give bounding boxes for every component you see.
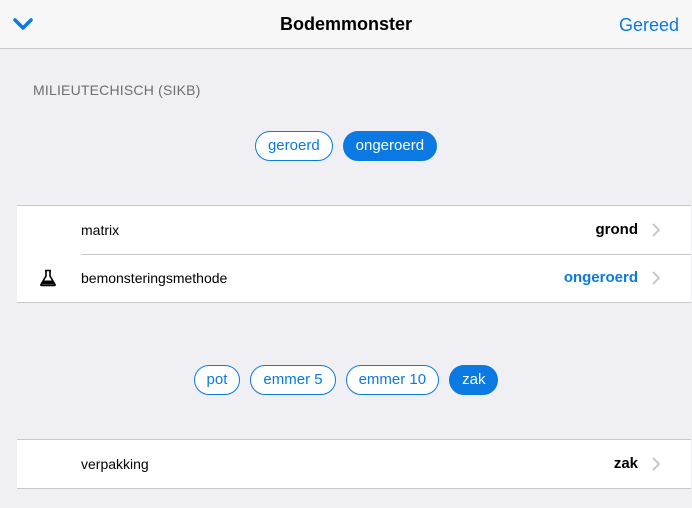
packaging-selector: pot emmer 5 emmer 10 zak <box>0 365 692 395</box>
table-row-bemonsteringsmethode[interactable]: bemonsteringsmethode ongeroerd <box>17 254 691 302</box>
navigation-bar: Bodemmonster Gereed <box>0 0 692 49</box>
flask-icon <box>40 269 56 287</box>
option-emmer-10-button[interactable]: emmer 10 <box>345 365 440 395</box>
row-label: bemonsteringsmethode <box>81 270 228 286</box>
option-geroerd-button[interactable]: geroerd <box>254 131 333 161</box>
page-title: Bodemmonster <box>279 14 413 34</box>
chevron-right-icon <box>652 223 660 237</box>
option-ongeroerd-button[interactable]: ongeroerd <box>342 131 438 161</box>
table-row-matrix[interactable]: matrix grond <box>17 206 691 254</box>
sample-properties-table: matrix grond bemonsteringsmethode ongero… <box>17 205 691 303</box>
row-label: matrix <box>81 222 120 238</box>
section-header: MILIEUTECHISCH (SIKB) <box>33 82 201 98</box>
done-button[interactable]: Gereed <box>619 15 679 36</box>
row-value: ongeroerd <box>563 269 638 286</box>
row-value: zak <box>613 455 638 472</box>
sampling-method-selector: geroerd ongeroerd <box>0 131 692 161</box>
option-pot-button[interactable]: pot <box>193 365 241 395</box>
packaging-table: verpakking zak <box>17 439 691 489</box>
option-zak-button[interactable]: zak <box>449 365 499 395</box>
row-label: verpakking <box>81 456 149 472</box>
chevron-right-icon <box>652 271 660 285</box>
option-emmer-5-button[interactable]: emmer 5 <box>250 365 336 395</box>
chevron-right-icon <box>652 457 660 471</box>
table-row-verpakking[interactable]: verpakking zak <box>17 440 691 488</box>
row-value: grond <box>595 221 639 238</box>
